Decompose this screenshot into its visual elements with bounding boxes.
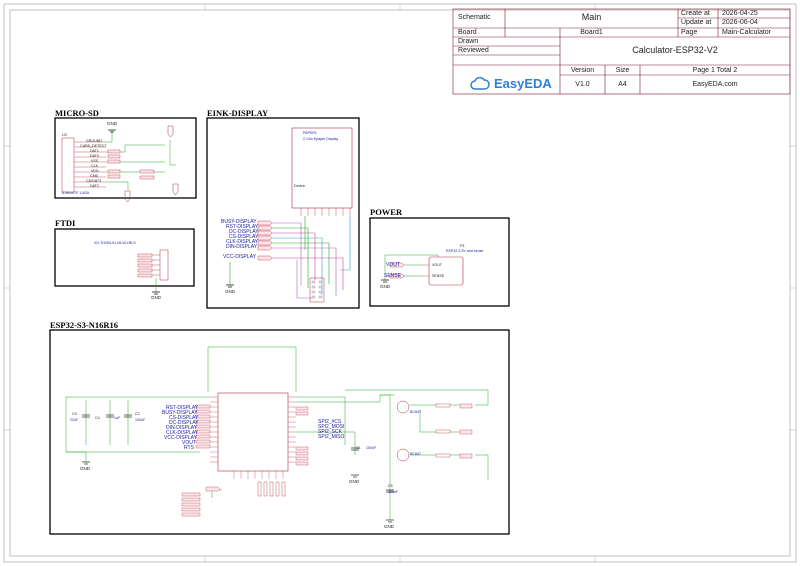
tb-drawn-label: Drawn <box>458 38 479 45</box>
tb-version-label: Version <box>570 67 595 74</box>
tb-version-value: V1.0 <box>575 81 590 88</box>
power-net-vout: VOUT <box>386 262 400 268</box>
micro-sd-title: MICRO-SD <box>55 108 99 118</box>
ftdi-desc: XH-TH254-01-06-W-HB-S <box>94 241 136 245</box>
sd-pin-clk: CLK <box>91 164 98 168</box>
tb-size-value: A4 <box>618 81 627 88</box>
sd-pin-card-detect: CARD_DETECT <box>80 144 107 148</box>
cap-c5-value: 100nF <box>388 490 399 494</box>
q2-part: BC847 <box>410 452 421 456</box>
cap-c2-value: 100nF <box>135 418 146 422</box>
cap-c3-value: 22uF <box>70 418 79 422</box>
cap-c4-ref: C4 <box>95 416 100 420</box>
cap-c1-value: 100nF <box>366 446 377 450</box>
sd-pin-dat2: DAT2 <box>90 184 99 188</box>
tb-main-value: Main <box>581 12 602 22</box>
sd-pin-vss: VSS <box>91 159 99 163</box>
easyeda-logo: EasyEDA <box>470 76 552 91</box>
power-pin-sense: SENSE <box>432 274 445 278</box>
eink-gnd-label: GND <box>225 289 235 294</box>
eink-device: Device <box>294 184 305 188</box>
tb-board-value: Board1 <box>580 29 603 36</box>
eink-part-ref: PAPER1 <box>303 131 317 135</box>
power-pin-vout: VOUT <box>432 263 442 267</box>
sd-part-ref: U2 <box>62 132 68 137</box>
power-gnd-label: GND <box>380 284 390 289</box>
power-title: POWER <box>370 207 403 217</box>
tb-reviewed-label: Reviewed <box>458 47 489 54</box>
sd-pin-dat1: DAT1 <box>90 149 99 153</box>
cap-c5-ref: C5 <box>388 484 393 488</box>
eink-net-vcc: VCC-DISPLAY <box>223 254 256 260</box>
esp-gnd-left: GND <box>80 466 90 471</box>
tb-schematic-label: Schematic <box>458 14 491 21</box>
tb-update-label: Update at <box>681 19 712 26</box>
cap-c3-ref: C3 <box>72 412 77 416</box>
cap-c2-ref: C2 <box>135 412 140 416</box>
cap-c1-ref: C1 <box>356 446 361 450</box>
esp-gnd-c5: GND <box>384 524 394 529</box>
tb-create-value: 2026-04-25 <box>722 10 758 17</box>
sd-desc: A MicroTF 1.8SA <box>62 191 90 195</box>
sd-pin-dat0: DAT0 <box>90 154 99 158</box>
tb-update-value: 2026-06-04 <box>722 19 758 26</box>
power-net-sense: SENSE <box>384 273 401 279</box>
ftdi-title: FTDI <box>55 218 76 228</box>
esp-net-rts: RTS <box>184 445 194 451</box>
esp-net-spi-miso: SPI2_MISO <box>318 434 345 440</box>
esp-gnd-c1: GND <box>349 479 359 484</box>
tb-board-label: Board <box>458 29 477 36</box>
block-ftdi <box>54 228 195 295</box>
sd-pin-cd-dat3: CD/DAT3 <box>86 179 102 183</box>
esp32-title: ESP32-S3-N16R16 <box>50 320 119 330</box>
tb-page-value: Main-Calculator <box>722 29 772 36</box>
block-eink-display <box>206 117 360 309</box>
tb-website: EasyEDA.com <box>692 81 738 88</box>
sd-pin-vdd: VDD <box>91 169 99 173</box>
eink-net-din: DIN-DISPLAY <box>226 244 258 250</box>
power-part-ref: P1 <box>460 243 465 248</box>
power-part-desc: ESP32-3.3V and sense <box>446 249 484 253</box>
sd-pin-cmd: CMD <box>90 174 99 178</box>
block-esp32-s3 <box>49 329 510 535</box>
q1-part: BC847 <box>410 410 421 414</box>
tb-page-label: Page <box>681 29 698 36</box>
block-micro-sd <box>54 117 197 203</box>
cap-c4-value: 1uF <box>114 416 121 420</box>
eink-desc: 2.13in Epaper Display <box>303 137 339 141</box>
sd-gnd-label: GND <box>107 121 117 126</box>
tb-page-count: Page 1 Total 2 <box>692 67 738 74</box>
tb-project-title: Calculator-ESP32-V2 <box>632 45 718 55</box>
easyeda-logo-text: EasyEDA <box>494 76 552 91</box>
sd-pin-ground: GROUND <box>86 139 102 143</box>
ftdi-gnd-label: GND <box>151 295 161 300</box>
eink-title: EINK-DISPLAY <box>207 108 269 118</box>
tb-create-label: Create at <box>681 10 710 17</box>
tb-size-label: Size <box>615 67 630 74</box>
sheet-inner-frame <box>9 9 791 557</box>
cloud-icon <box>470 77 490 90</box>
